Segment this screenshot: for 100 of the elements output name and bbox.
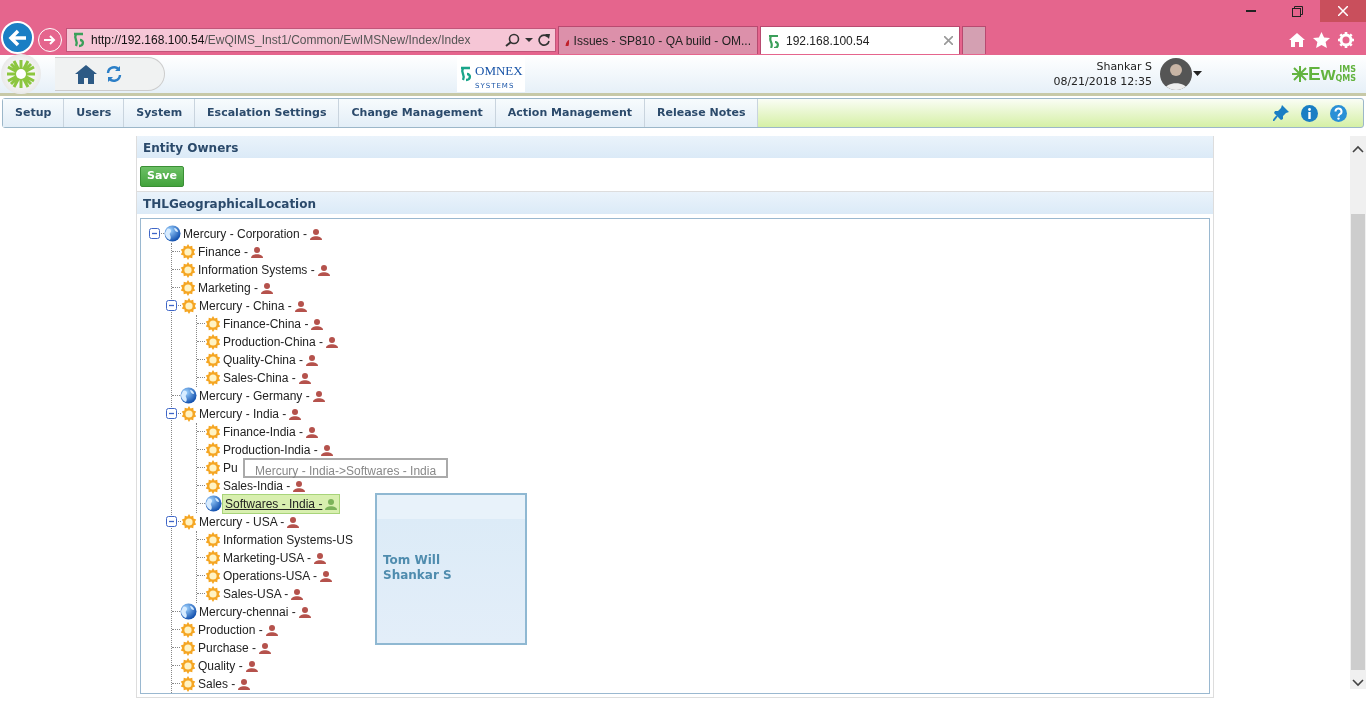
person-icon[interactable]	[310, 228, 323, 241]
scrollbar[interactable]	[1350, 136, 1366, 689]
globe-icon	[164, 225, 181, 242]
tree-node[interactable]: Quality-China -	[221, 350, 321, 369]
menu-item[interactable]: Action Management	[495, 99, 646, 127]
person-icon[interactable]	[320, 444, 333, 457]
tree-node[interactable]: Mercury - India -	[197, 404, 304, 423]
tree-node[interactable]: Sales-USA -	[221, 584, 306, 603]
user-name: Shankar S	[1095, 59, 1152, 74]
person-icon[interactable]	[259, 642, 272, 655]
address-bar[interactable]: http://192.168.100.54/EwQIMS_Inst1/Common/EwIMSNew/Index/Index	[66, 28, 556, 52]
person-icon[interactable]	[317, 264, 330, 277]
tree-node[interactable]: Production-China -	[221, 332, 341, 351]
gear-icon	[205, 369, 221, 386]
tree-node[interactable]: Finance-China -	[221, 314, 326, 333]
settings-icon[interactable]	[1338, 32, 1354, 48]
collapse-icon[interactable]	[166, 516, 177, 527]
help-icon[interactable]	[1330, 104, 1347, 122]
person-icon[interactable]	[320, 570, 333, 583]
person-icon[interactable]	[298, 606, 311, 619]
tree-node[interactable]: Mercury - China -	[197, 296, 309, 315]
menu-item[interactable]: Users	[64, 99, 125, 127]
collapse-icon[interactable]	[149, 228, 160, 239]
tree-node[interactable]: Mercury - Corporation -	[181, 224, 325, 243]
gear-icon	[205, 315, 221, 332]
browser-tab[interactable]: 192.168.100.54	[760, 26, 960, 54]
caret-icon[interactable]	[525, 37, 533, 43]
browser-tab[interactable]: Issues - SP810 - QA build - OM...	[558, 26, 758, 54]
tree-node[interactable]: Operations-USA -	[221, 566, 335, 585]
tree-node[interactable]: Purchase -	[196, 638, 274, 657]
tree-node[interactable]: Finance-India -	[221, 422, 321, 441]
owner-name: Tom Will	[383, 552, 442, 568]
person-icon[interactable]	[293, 480, 306, 493]
menu-item[interactable]: Release Notes	[645, 99, 759, 127]
tree-node[interactable]: Mercury-chennai -	[197, 602, 313, 621]
arrow-icon	[43, 34, 57, 46]
scroll-thumb[interactable]	[1351, 214, 1365, 670]
tree-node[interactable]: Sales -	[196, 674, 253, 693]
tree-node[interactable]: Quality -	[196, 656, 260, 675]
caret-icon[interactable]	[1193, 71, 1202, 77]
tree-node[interactable]: Mercury - Germany -	[197, 386, 327, 405]
person-icon[interactable]	[287, 516, 300, 529]
collapse-icon[interactable]	[166, 300, 177, 311]
person-icon[interactable]	[238, 678, 251, 691]
tree-node[interactable]: Sales-China -	[221, 368, 313, 387]
refresh-icon[interactable]	[105, 65, 123, 83]
tree-node[interactable]: Pu	[221, 458, 240, 477]
menu-item[interactable]: Setup	[3, 99, 65, 127]
tree-node[interactable]: Information Systems-US	[221, 530, 356, 549]
home-icon[interactable]	[1289, 32, 1305, 48]
star-icon[interactable]	[1313, 32, 1330, 48]
person-icon[interactable]	[265, 624, 278, 637]
tree-node[interactable]: Sales-India -	[221, 476, 308, 495]
menu-item[interactable]: System	[124, 99, 196, 127]
back-button[interactable]	[1, 21, 34, 54]
tree-node[interactable]: Marketing-USA -	[221, 548, 329, 567]
menu-item[interactable]: Change Management	[339, 99, 496, 127]
person-icon[interactable]	[306, 354, 319, 367]
person-icon[interactable]	[311, 318, 324, 331]
gear-icon	[181, 297, 197, 314]
person-icon[interactable]	[261, 282, 274, 295]
globe-icon	[180, 387, 197, 404]
person-icon[interactable]	[314, 552, 327, 565]
tree-node[interactable]: Production-India -	[221, 440, 335, 459]
tree-node[interactable]: Production -	[196, 620, 280, 639]
close-icon[interactable]	[1338, 6, 1348, 16]
scroll-down-icon[interactable]	[1352, 678, 1364, 688]
person-icon[interactable]	[298, 372, 311, 385]
person-icon[interactable]	[294, 300, 307, 313]
gear-icon	[205, 459, 221, 476]
avatar[interactable]	[1160, 58, 1192, 90]
home-icon[interactable]	[75, 64, 97, 84]
gear-icon	[180, 675, 196, 692]
info-icon[interactable]	[1301, 104, 1318, 122]
person-icon[interactable]	[306, 426, 319, 439]
tree-node[interactable]: Marketing -	[196, 278, 276, 297]
person-icon[interactable]	[291, 588, 304, 601]
person-icon[interactable]	[289, 408, 302, 421]
tree-node[interactable]: Softwares - India -	[222, 493, 341, 514]
pin-icon[interactable]	[1273, 105, 1289, 121]
tree-node[interactable]: Mercury - USA -	[197, 512, 302, 531]
gear-icon	[205, 441, 221, 458]
url-text: http://192.168.100.54/EwQIMS_Inst1/Common/EwIMSNew/Index/Index	[91, 32, 471, 49]
person-icon[interactable]	[245, 660, 258, 673]
arrow-icon	[7, 28, 28, 47]
gear-icon	[181, 513, 197, 530]
globe-icon	[180, 603, 197, 620]
tree-node[interactable]: Finance -	[196, 242, 266, 261]
person-icon[interactable]	[251, 246, 264, 259]
search-icon[interactable]	[505, 33, 521, 47]
refresh-icon[interactable]	[537, 33, 551, 47]
tree-node[interactable]: Information Systems -	[196, 260, 332, 279]
gear-icon	[180, 639, 196, 656]
close-tab-icon[interactable]	[944, 36, 953, 45]
scroll-up-icon[interactable]	[1352, 144, 1364, 154]
collapse-icon[interactable]	[166, 408, 177, 419]
menu-item[interactable]: Escalation Settings	[195, 99, 340, 127]
person-icon[interactable]	[312, 390, 325, 403]
restore-icon[interactable]	[1291, 5, 1303, 17]
person-icon[interactable]	[326, 336, 339, 349]
